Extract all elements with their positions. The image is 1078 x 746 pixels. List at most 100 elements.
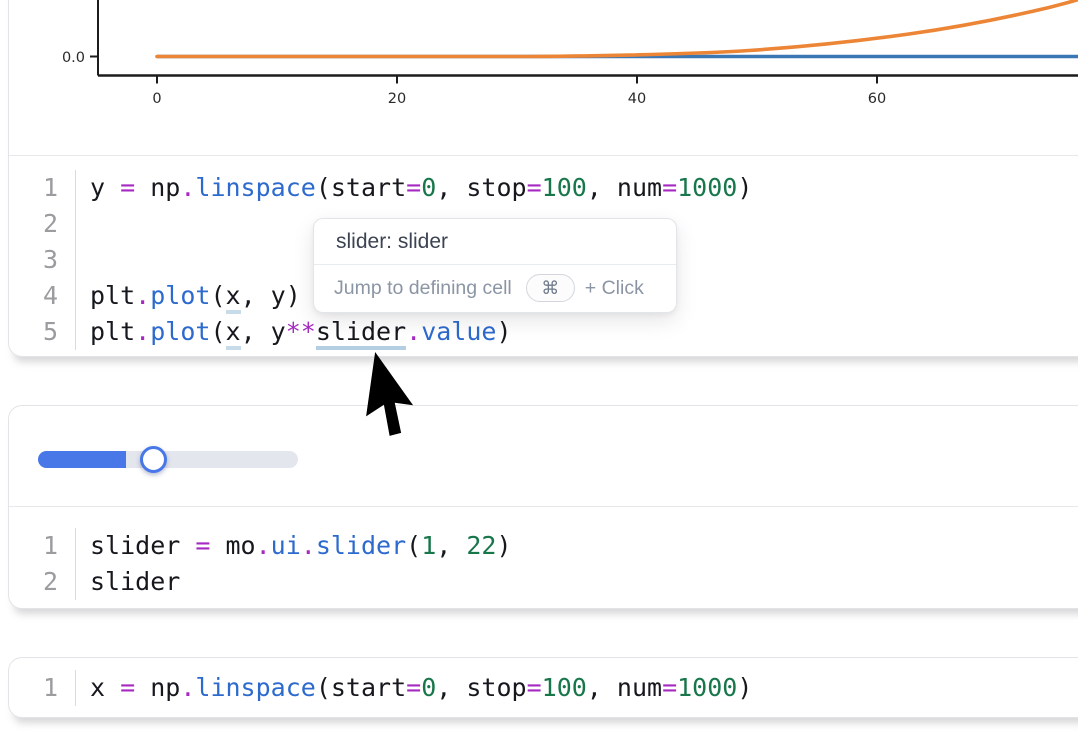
code-editor[interactable]: 1slider = mo.ui.slider(1, 22)2 slider bbox=[9, 507, 1078, 608]
code-line[interactable]: 1x = np.linspace(start=0, stop=100, num=… bbox=[9, 670, 1078, 706]
command-key-badge: ⌘ bbox=[526, 274, 575, 302]
x-tick-label-40: 40 bbox=[628, 91, 646, 107]
code-token: = bbox=[120, 173, 135, 202]
code-token: ** bbox=[286, 317, 316, 346]
line-number: 4 bbox=[9, 278, 76, 314]
tooltip-footer: Jump to defining cell ⌘ + Click bbox=[314, 265, 676, 312]
line-number: 1 bbox=[9, 670, 76, 706]
code-token: . bbox=[406, 317, 421, 346]
code-token: y bbox=[90, 173, 120, 202]
code-token: 100 bbox=[542, 673, 587, 702]
code-token: , stop bbox=[436, 673, 526, 702]
code-token: slider bbox=[90, 567, 180, 596]
code-token: , bbox=[436, 531, 466, 560]
y-tick-label: 0.0 bbox=[62, 50, 85, 66]
code-token: ( bbox=[406, 531, 421, 560]
code-token: = bbox=[662, 173, 677, 202]
code-token: , y) bbox=[241, 281, 301, 310]
line-number: 2 bbox=[9, 206, 76, 242]
reactive-variable: x bbox=[226, 317, 241, 350]
slider-thumb[interactable] bbox=[140, 446, 167, 473]
code-token: 1000 bbox=[677, 173, 737, 202]
variable-tooltip: slider: slider Jump to defining cell ⌘ +… bbox=[313, 218, 677, 313]
x-tick-label-0: 0 bbox=[152, 91, 161, 107]
code-token: . bbox=[256, 531, 271, 560]
code-token: linspace bbox=[195, 673, 315, 702]
code-token: slider bbox=[316, 531, 406, 560]
reactive-variable: x bbox=[226, 281, 241, 314]
slider-output bbox=[9, 406, 1078, 506]
slider-track[interactable] bbox=[38, 451, 298, 468]
code-line[interactable]: 2 slider bbox=[9, 564, 1078, 600]
code-token: , num bbox=[587, 173, 662, 202]
reactive-variable: slider bbox=[316, 317, 406, 350]
code-line[interactable]: 5plt.plot(x, y**slider.value) bbox=[9, 314, 1078, 350]
code-token: mo bbox=[210, 531, 255, 560]
code-token: , num bbox=[587, 673, 662, 702]
code-text[interactable] bbox=[76, 206, 90, 242]
code-token: slider bbox=[90, 531, 195, 560]
code-token: ) bbox=[496, 531, 511, 560]
code-token: plot bbox=[150, 317, 210, 346]
line-number: 3 bbox=[9, 242, 76, 278]
code-token: . bbox=[180, 673, 195, 702]
code-token: = bbox=[406, 673, 421, 702]
code-token: ) bbox=[737, 673, 752, 702]
line-number: 2 bbox=[9, 564, 76, 600]
code-text[interactable]: slider = mo.ui.slider(1, 22) bbox=[76, 528, 512, 564]
code-token: = bbox=[662, 673, 677, 702]
code-text[interactable]: y = np.linspace(start=0, stop=100, num=1… bbox=[76, 170, 752, 206]
code-token: . bbox=[135, 281, 150, 310]
code-token: start bbox=[331, 673, 406, 702]
code-token: . bbox=[301, 531, 316, 560]
code-token: = bbox=[527, 173, 542, 202]
code-token: . bbox=[135, 317, 150, 346]
code-token: linspace bbox=[195, 173, 315, 202]
code-token: ui bbox=[271, 531, 301, 560]
code-token: value bbox=[421, 317, 496, 346]
code-token: plt bbox=[90, 317, 135, 346]
code-token: plot bbox=[150, 281, 210, 310]
x-tick-label-20: 20 bbox=[388, 91, 406, 107]
matplotlib-figure: 0.0 0 20 40 60 bbox=[9, 0, 1078, 155]
code-token: . bbox=[180, 173, 195, 202]
code-token: 0 bbox=[421, 673, 436, 702]
code-token: np bbox=[135, 673, 180, 702]
code-token: = bbox=[120, 673, 135, 702]
code-text[interactable]: x = np.linspace(start=0, stop=100, num=1… bbox=[76, 670, 752, 706]
tooltip-click-hint: + Click bbox=[585, 277, 644, 300]
x-tick-label-60: 60 bbox=[868, 91, 886, 107]
series-orange-curve bbox=[157, 0, 1078, 57]
code-text[interactable]: slider bbox=[76, 564, 180, 600]
code-token: 22 bbox=[466, 531, 496, 560]
marimo-notebook: { "app": { "name": "marimo notebook (rea… bbox=[0, 0, 1078, 746]
code-token: = bbox=[406, 173, 421, 202]
code-token: , stop bbox=[436, 173, 526, 202]
code-token: 1000 bbox=[677, 673, 737, 702]
code-token: ) bbox=[737, 173, 752, 202]
code-token: = bbox=[527, 673, 542, 702]
line-number: 1 bbox=[9, 170, 76, 206]
tooltip-action-label: Jump to defining cell bbox=[334, 277, 512, 300]
code-line[interactable]: 1slider = mo.ui.slider(1, 22) bbox=[9, 528, 1078, 564]
plot-output: 0.0 0 20 40 60 bbox=[9, 0, 1078, 155]
code-token: ( bbox=[210, 317, 225, 346]
code-text[interactable] bbox=[76, 242, 90, 278]
code-token: plt bbox=[90, 281, 135, 310]
cell-x-definition: 1x = np.linspace(start=0, stop=100, num=… bbox=[8, 657, 1078, 718]
code-token: , y bbox=[241, 317, 286, 346]
code-editor[interactable]: 1x = np.linspace(start=0, stop=100, num=… bbox=[9, 658, 1078, 717]
code-text[interactable]: plt.plot(x, y**slider.value) bbox=[76, 314, 512, 350]
code-token: x bbox=[90, 673, 120, 702]
code-token: 100 bbox=[542, 173, 587, 202]
code-token: np bbox=[135, 173, 180, 202]
code-token: ( bbox=[316, 173, 331, 202]
code-token: ) bbox=[496, 317, 511, 346]
code-token: start bbox=[331, 173, 406, 202]
code-token: ( bbox=[316, 673, 331, 702]
code-token: ( bbox=[210, 281, 225, 310]
line-number: 5 bbox=[9, 314, 76, 350]
code-token: 1 bbox=[421, 531, 436, 560]
code-line[interactable]: 1y = np.linspace(start=0, stop=100, num=… bbox=[9, 170, 1078, 206]
code-text[interactable]: plt.plot(x, y) bbox=[76, 278, 301, 314]
